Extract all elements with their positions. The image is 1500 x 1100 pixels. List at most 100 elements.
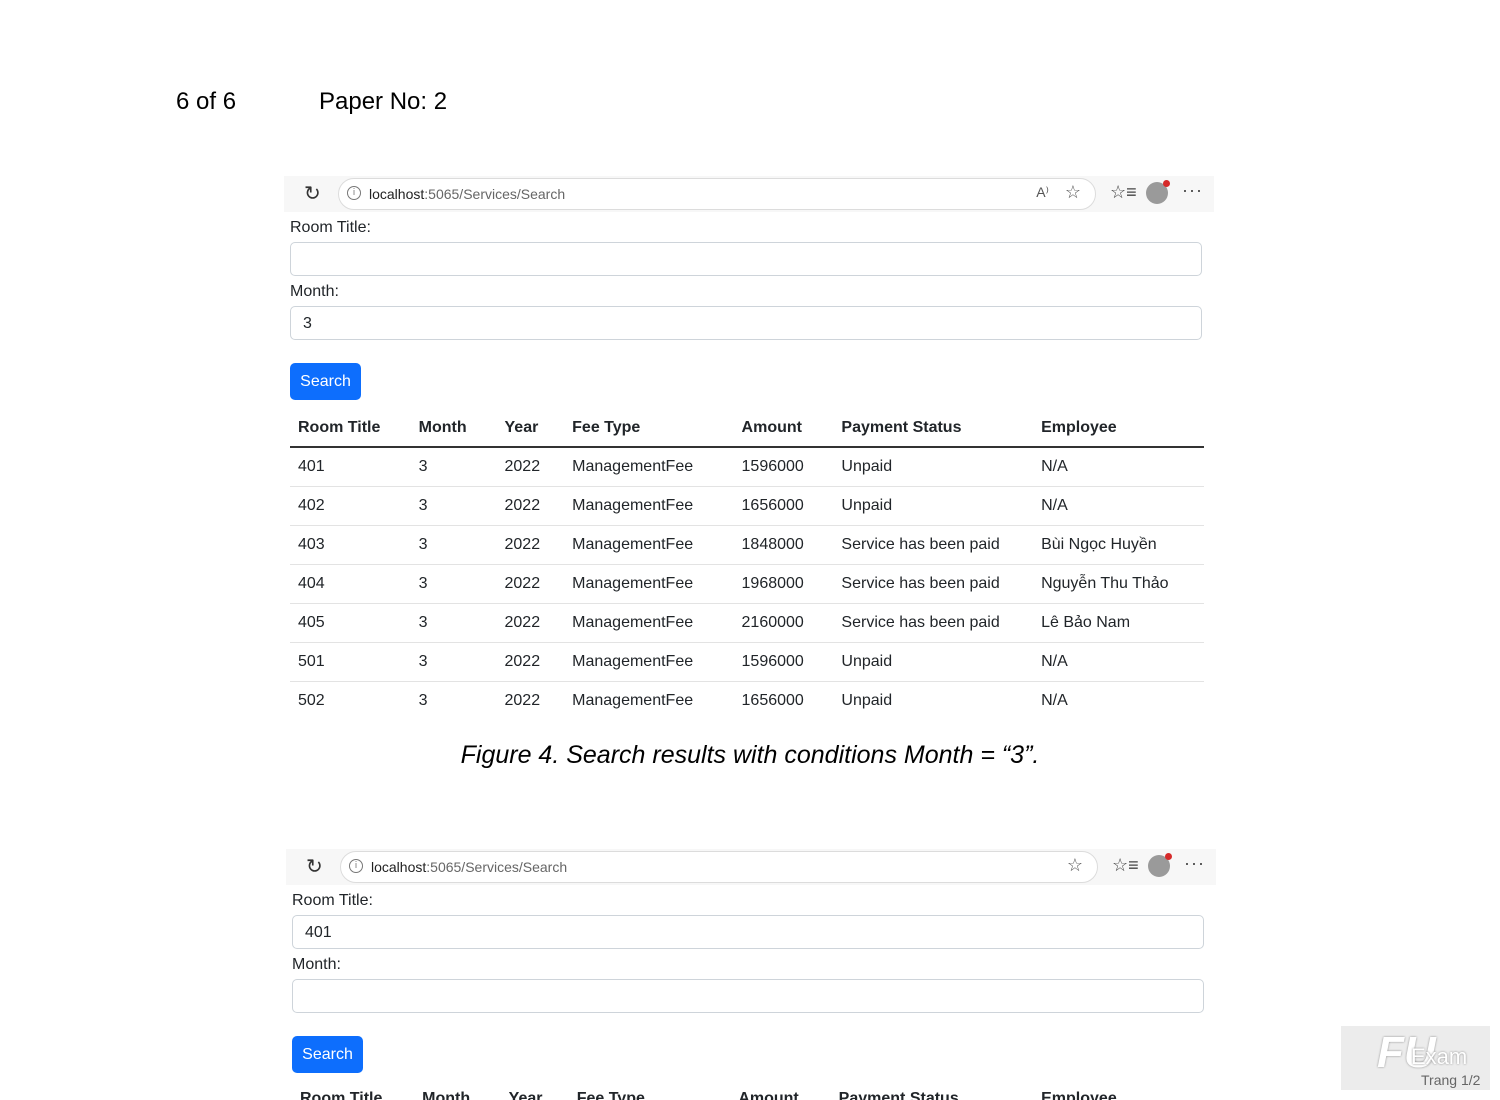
table-cell: Lê Bảo Nam [1033,603,1204,643]
star-icon[interactable]: ☆ [1065,182,1081,203]
table-cell: 401 [290,447,411,487]
page-header: 6 of 6 Paper No: 2 [176,88,447,116]
results-table: Room Title Month Year Fee Type Amount Payment… [290,410,1204,720]
room-title-label: Room Title: [290,219,371,236]
address-bar[interactable]: i localhost:5065/Services/Search ☆ [340,851,1098,883]
avatar[interactable] [1146,180,1170,204]
table-cell: 402 [290,486,411,526]
table-cell: ManagementFee [564,486,734,526]
table-cell: N/A [1033,447,1204,487]
page-number: 6 of 6 [176,88,237,115]
table-cell: ManagementFee [564,642,734,682]
table-cell: N/A [1033,486,1204,526]
month-input[interactable]: 3 [290,306,1202,340]
table-row: 502 3 2022 ManagementFee 1656000 Unpaid N/A [290,682,1204,721]
table-row: 402 3 2022 ManagementFee 1656000 Unpaid N/A [290,486,1204,526]
table-cell: 405 [290,603,411,643]
column-header: Room Title [290,410,411,448]
column-header: Employee [1041,1090,1117,1100]
table-cell: ManagementFee [572,692,694,709]
month-label: Month: [290,283,339,300]
address-bar[interactable]: i localhost:5065/Services/Search A⁾ ☆ [338,178,1096,210]
table-header-row: Room Title Month Year Fee Type Amount Payment… [290,410,1204,448]
browser-toolbar: ↻ i localhost:5065/Services/Search ☆ ☆≡ … [286,849,1216,885]
table-cell: 1848000 [733,525,834,565]
info-icon[interactable]: i [347,186,361,200]
column-header: Room Title [300,1090,383,1100]
search-button[interactable]: Search [292,1036,363,1073]
table-cell: Service has been paid [833,564,1034,604]
table-cell: 1596000 [733,642,834,682]
page-counter: Trang 1/2 [1421,1072,1481,1088]
table-cell: Unpaid [833,642,1034,682]
table-row: 405 3 2022 ManagementFee 2160000 Service has … [290,603,1204,643]
column-header: Fee Type [576,1090,645,1100]
column-header: Payment Status [838,1090,959,1100]
screenshot-search-month: ↻ i localhost:5065/Services/Search A⁾ ☆ … [284,176,1214,709]
table-cell: 3 [410,564,497,604]
table-cell: ManagementFee [564,525,734,565]
table-cell: 404 [290,564,411,604]
star-icon[interactable]: ☆ [1067,855,1083,876]
info-icon[interactable]: i [349,859,363,873]
column-header: Fee Type [564,410,734,448]
search-form: Room Title: 401 Month: Search [286,891,1216,1073]
table-cell: 2022 [496,486,565,526]
table-cell: 3 [418,692,428,709]
column-header: Payment Status [833,410,1034,448]
table-cell: Unpaid [833,447,1034,487]
column-header: Year [496,410,565,448]
results-table-partial: Room Title Month Year Fee Type Amount Payment… [292,1082,1206,1100]
table-cell: 2022 [496,603,565,643]
table-cell: 403 [290,525,411,565]
table-cell: 2022 [504,692,541,709]
column-header: Employee [1033,410,1204,448]
table-cell: 3 [410,603,497,643]
column-header: Month [422,1090,471,1100]
exam-label: Exam [1411,1044,1468,1069]
more-icon[interactable]: ··· [1184,853,1205,874]
url-text: localhost:5065/Services/Search [369,186,566,202]
column-header: Year [508,1090,543,1100]
table-cell: Unpaid [841,692,893,709]
table-cell: 2022 [496,642,565,682]
favorites-icon[interactable]: ☆≡ [1112,855,1139,876]
fu-exam-watermark: FU Exam Trang 1/2 [1341,1026,1490,1090]
room-title-input[interactable] [290,242,1202,276]
figure-caption: Figure 4. Search results with conditions… [460,741,1040,769]
table-cell: Unpaid [833,486,1034,526]
paper-number: Paper No: 2 [319,88,448,115]
read-aloud-icon[interactable]: A⁾ [1036,184,1049,201]
favorites-icon[interactable]: ☆≡ [1110,182,1137,203]
table-cell: N/A [1033,642,1204,682]
search-button[interactable]: Search [290,363,361,400]
table-cell: 2022 [496,447,565,487]
table-cell: 2160000 [733,603,834,643]
table-cell: 1596000 [733,447,834,487]
table-cell: ManagementFee [564,447,734,487]
more-icon[interactable]: ··· [1182,180,1203,201]
table-header-row: Room Title Month Year Fee Type Amount Payment… [292,1082,1206,1100]
table-cell: 2022 [496,564,565,604]
table-cell: Nguyễn Thu Thảo [1033,564,1204,604]
search-form: Room Title: Month: 3 Search [284,218,1214,400]
browser-toolbar: ↻ i localhost:5065/Services/Search A⁾ ☆ … [284,176,1214,212]
column-header: Amount [733,410,834,448]
table-cell: N/A [1041,692,1068,709]
avatar[interactable] [1148,853,1172,877]
table-cell: 501 [290,642,411,682]
notification-dot [1163,180,1170,187]
table-row: 404 3 2022 ManagementFee 1968000 Service has … [290,564,1204,604]
month-input[interactable] [292,979,1204,1013]
reload-icon[interactable]: ↻ [306,857,323,877]
table-row: 403 3 2022 ManagementFee 1848000 Service has … [290,525,1204,565]
column-header: Amount [738,1090,799,1100]
table-cell: 1656000 [733,486,834,526]
notification-dot [1165,853,1172,860]
table-cell: Service has been paid [833,525,1034,565]
table-cell: ManagementFee [564,603,734,643]
room-title-input[interactable]: 401 [292,915,1204,949]
url-text: localhost:5065/Services/Search [371,859,568,875]
screenshot-search-room: ↻ i localhost:5065/Services/Search ☆ ☆≡ … [286,849,1216,1073]
reload-icon[interactable]: ↻ [304,184,321,204]
